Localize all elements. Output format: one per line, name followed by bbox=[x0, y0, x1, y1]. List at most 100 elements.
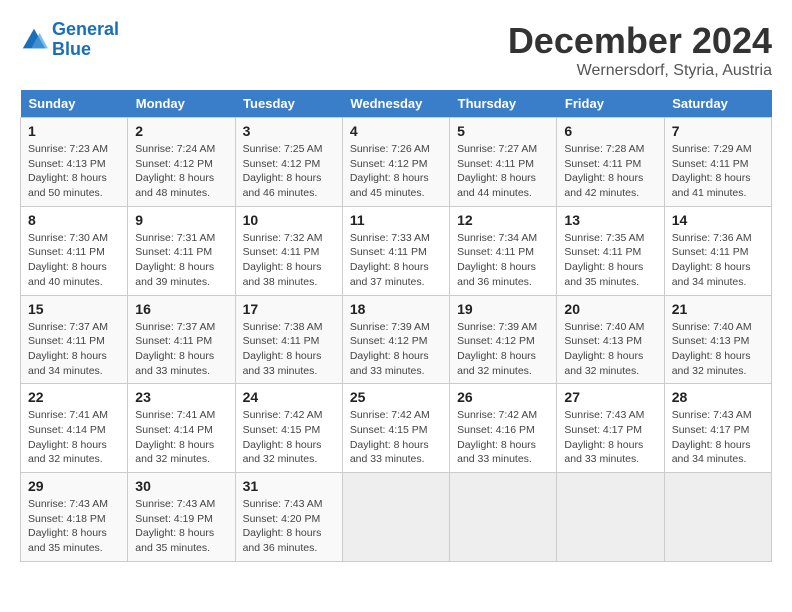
day-info: Sunrise: 7:43 AM Sunset: 4:18 PM Dayligh… bbox=[28, 497, 120, 556]
day-info: Sunrise: 7:25 AM Sunset: 4:12 PM Dayligh… bbox=[243, 142, 335, 201]
calendar-week-row: 22 Sunrise: 7:41 AM Sunset: 4:14 PM Dayli… bbox=[21, 384, 772, 473]
day-number: 27 bbox=[564, 389, 656, 405]
calendar-cell: 15Sunrise: 7:37 AM Sunset: 4:11 PM Dayli… bbox=[21, 295, 128, 384]
calendar-cell: 9 Sunrise: 7:31 AM Sunset: 4:11 PM Daylig… bbox=[128, 206, 235, 295]
day-info: Sunrise: 7:26 AM Sunset: 4:12 PM Dayligh… bbox=[350, 142, 442, 201]
day-number: 23 bbox=[135, 389, 227, 405]
calendar-cell: 5 Sunrise: 7:27 AM Sunset: 4:11 PM Daylig… bbox=[450, 118, 557, 207]
day-info: Sunrise: 7:42 AM Sunset: 4:15 PM Dayligh… bbox=[350, 408, 442, 467]
day-info: Sunrise: 7:34 AM Sunset: 4:11 PM Dayligh… bbox=[457, 231, 549, 290]
calendar-table: SundayMondayTuesdayWednesdayThursdayFrid… bbox=[20, 90, 772, 562]
day-info: Sunrise: 7:37 AM Sunset: 4:11 PM Dayligh… bbox=[135, 320, 227, 379]
header-cell-thursday: Thursday bbox=[450, 90, 557, 118]
calendar-cell: 24 Sunrise: 7:42 AM Sunset: 4:15 PM Dayli… bbox=[235, 384, 342, 473]
logo: General Blue bbox=[20, 20, 119, 60]
day-number: 30 bbox=[135, 478, 227, 494]
calendar-cell bbox=[450, 473, 557, 562]
header-cell-tuesday: Tuesday bbox=[235, 90, 342, 118]
day-info: Sunrise: 7:42 AM Sunset: 4:15 PM Dayligh… bbox=[243, 408, 335, 467]
calendar-cell: 16 Sunrise: 7:37 AM Sunset: 4:11 PM Dayli… bbox=[128, 295, 235, 384]
day-number: 31 bbox=[243, 478, 335, 494]
day-number: 28 bbox=[672, 389, 764, 405]
day-number: 25 bbox=[350, 389, 442, 405]
day-number: 5 bbox=[457, 123, 549, 139]
calendar-cell: 11 Sunrise: 7:33 AM Sunset: 4:11 PM Dayli… bbox=[342, 206, 449, 295]
day-info: Sunrise: 7:38 AM Sunset: 4:11 PM Dayligh… bbox=[243, 320, 335, 379]
calendar-cell: 14Sunrise: 7:36 AM Sunset: 4:11 PM Dayli… bbox=[664, 206, 771, 295]
day-number: 8 bbox=[28, 212, 120, 228]
day-number: 12 bbox=[457, 212, 549, 228]
day-info: Sunrise: 7:27 AM Sunset: 4:11 PM Dayligh… bbox=[457, 142, 549, 201]
day-number: 2 bbox=[135, 123, 227, 139]
day-info: Sunrise: 7:43 AM Sunset: 4:17 PM Dayligh… bbox=[672, 408, 764, 467]
calendar-cell: 27Sunrise: 7:43 AM Sunset: 4:17 PM Dayli… bbox=[557, 384, 664, 473]
calendar-cell: 13 Sunrise: 7:35 AM Sunset: 4:11 PM Dayli… bbox=[557, 206, 664, 295]
day-number: 29 bbox=[28, 478, 120, 494]
day-info: Sunrise: 7:23 AM Sunset: 4:13 PM Dayligh… bbox=[28, 142, 120, 201]
day-number: 7 bbox=[672, 123, 764, 139]
header-cell-sunday: Sunday bbox=[21, 90, 128, 118]
calendar-cell: 25 Sunrise: 7:42 AM Sunset: 4:15 PM Dayli… bbox=[342, 384, 449, 473]
day-number: 9 bbox=[135, 212, 227, 228]
calendar-cell: 2 Sunrise: 7:24 AM Sunset: 4:12 PM Daylig… bbox=[128, 118, 235, 207]
day-number: 17 bbox=[243, 301, 335, 317]
day-info: Sunrise: 7:36 AM Sunset: 4:11 PM Dayligh… bbox=[672, 231, 764, 290]
day-number: 1 bbox=[28, 123, 120, 139]
logo-icon bbox=[20, 26, 48, 54]
day-number: 15 bbox=[28, 301, 120, 317]
calendar-cell: 26Sunrise: 7:42 AM Sunset: 4:16 PM Dayli… bbox=[450, 384, 557, 473]
logo-text: General Blue bbox=[52, 20, 119, 60]
calendar-cell: 23 Sunrise: 7:41 AM Sunset: 4:14 PM Dayli… bbox=[128, 384, 235, 473]
day-info: Sunrise: 7:40 AM Sunset: 4:13 PM Dayligh… bbox=[564, 320, 656, 379]
calendar-cell: 18 Sunrise: 7:39 AM Sunset: 4:12 PM Dayli… bbox=[342, 295, 449, 384]
calendar-cell: 3 Sunrise: 7:25 AM Sunset: 4:12 PM Daylig… bbox=[235, 118, 342, 207]
calendar-cell: 1 Sunrise: 7:23 AM Sunset: 4:13 PM Daylig… bbox=[21, 118, 128, 207]
calendar-cell: 17 Sunrise: 7:38 AM Sunset: 4:11 PM Dayli… bbox=[235, 295, 342, 384]
calendar-week-row: 15 Sunrise: 7:37 AM Sunset: 4:11 PM Dayli… bbox=[21, 295, 772, 384]
calendar-week-row: 1 Sunrise: 7:23 AM Sunset: 4:13 PM Daylig… bbox=[21, 118, 772, 207]
day-info: Sunrise: 7:41 AM Sunset: 4:14 PM Dayligh… bbox=[28, 408, 120, 467]
day-number: 10 bbox=[243, 212, 335, 228]
day-number: 26 bbox=[457, 389, 549, 405]
logo-line2: Blue bbox=[52, 39, 91, 59]
calendar-week-row: 8 Sunrise: 7:30 AM Sunset: 4:11 PM Daylig… bbox=[21, 206, 772, 295]
day-info: Sunrise: 7:39 AM Sunset: 4:12 PM Dayligh… bbox=[457, 320, 549, 379]
title-area: December 2024 Wernersdorf, Styria, Austr… bbox=[508, 20, 772, 80]
calendar-cell: 10 Sunrise: 7:32 AM Sunset: 4:11 PM Dayli… bbox=[235, 206, 342, 295]
day-info: Sunrise: 7:24 AM Sunset: 4:12 PM Dayligh… bbox=[135, 142, 227, 201]
calendar-cell: 4 Sunrise: 7:26 AM Sunset: 4:12 PM Daylig… bbox=[342, 118, 449, 207]
header-cell-friday: Friday bbox=[557, 90, 664, 118]
day-info: Sunrise: 7:35 AM Sunset: 4:11 PM Dayligh… bbox=[564, 231, 656, 290]
calendar-cell: 29 Sunrise: 7:43 AM Sunset: 4:18 PM Dayli… bbox=[21, 473, 128, 562]
day-info: Sunrise: 7:39 AM Sunset: 4:12 PM Dayligh… bbox=[350, 320, 442, 379]
day-number: 4 bbox=[350, 123, 442, 139]
calendar-cell: 28 Sunrise: 7:43 AM Sunset: 4:17 PM Dayli… bbox=[664, 384, 771, 473]
day-info: Sunrise: 7:41 AM Sunset: 4:14 PM Dayligh… bbox=[135, 408, 227, 467]
calendar-header-row: SundayMondayTuesdayWednesdayThursdayFrid… bbox=[21, 90, 772, 118]
calendar-cell bbox=[342, 473, 449, 562]
day-info: Sunrise: 7:30 AM Sunset: 4:11 PM Dayligh… bbox=[28, 231, 120, 290]
location-subtitle: Wernersdorf, Styria, Austria bbox=[508, 62, 772, 80]
day-number: 13 bbox=[564, 212, 656, 228]
day-number: 20 bbox=[564, 301, 656, 317]
day-info: Sunrise: 7:43 AM Sunset: 4:19 PM Dayligh… bbox=[135, 497, 227, 556]
day-number: 21 bbox=[672, 301, 764, 317]
day-number: 22 bbox=[28, 389, 120, 405]
day-number: 24 bbox=[243, 389, 335, 405]
day-info: Sunrise: 7:32 AM Sunset: 4:11 PM Dayligh… bbox=[243, 231, 335, 290]
day-info: Sunrise: 7:33 AM Sunset: 4:11 PM Dayligh… bbox=[350, 231, 442, 290]
day-number: 11 bbox=[350, 212, 442, 228]
day-number: 16 bbox=[135, 301, 227, 317]
day-number: 18 bbox=[350, 301, 442, 317]
day-info: Sunrise: 7:28 AM Sunset: 4:11 PM Dayligh… bbox=[564, 142, 656, 201]
day-info: Sunrise: 7:31 AM Sunset: 4:11 PM Dayligh… bbox=[135, 231, 227, 290]
month-title: December 2024 bbox=[508, 20, 772, 62]
calendar-cell: 12 Sunrise: 7:34 AM Sunset: 4:11 PM Dayli… bbox=[450, 206, 557, 295]
day-number: 19 bbox=[457, 301, 549, 317]
day-number: 3 bbox=[243, 123, 335, 139]
calendar-cell: 7Sunrise: 7:29 AM Sunset: 4:11 PM Daylig… bbox=[664, 118, 771, 207]
calendar-cell: 8 Sunrise: 7:30 AM Sunset: 4:11 PM Daylig… bbox=[21, 206, 128, 295]
calendar-week-row: 29 Sunrise: 7:43 AM Sunset: 4:18 PM Dayli… bbox=[21, 473, 772, 562]
calendar-cell: 21Sunrise: 7:40 AM Sunset: 4:13 PM Dayli… bbox=[664, 295, 771, 384]
header-cell-wednesday: Wednesday bbox=[342, 90, 449, 118]
